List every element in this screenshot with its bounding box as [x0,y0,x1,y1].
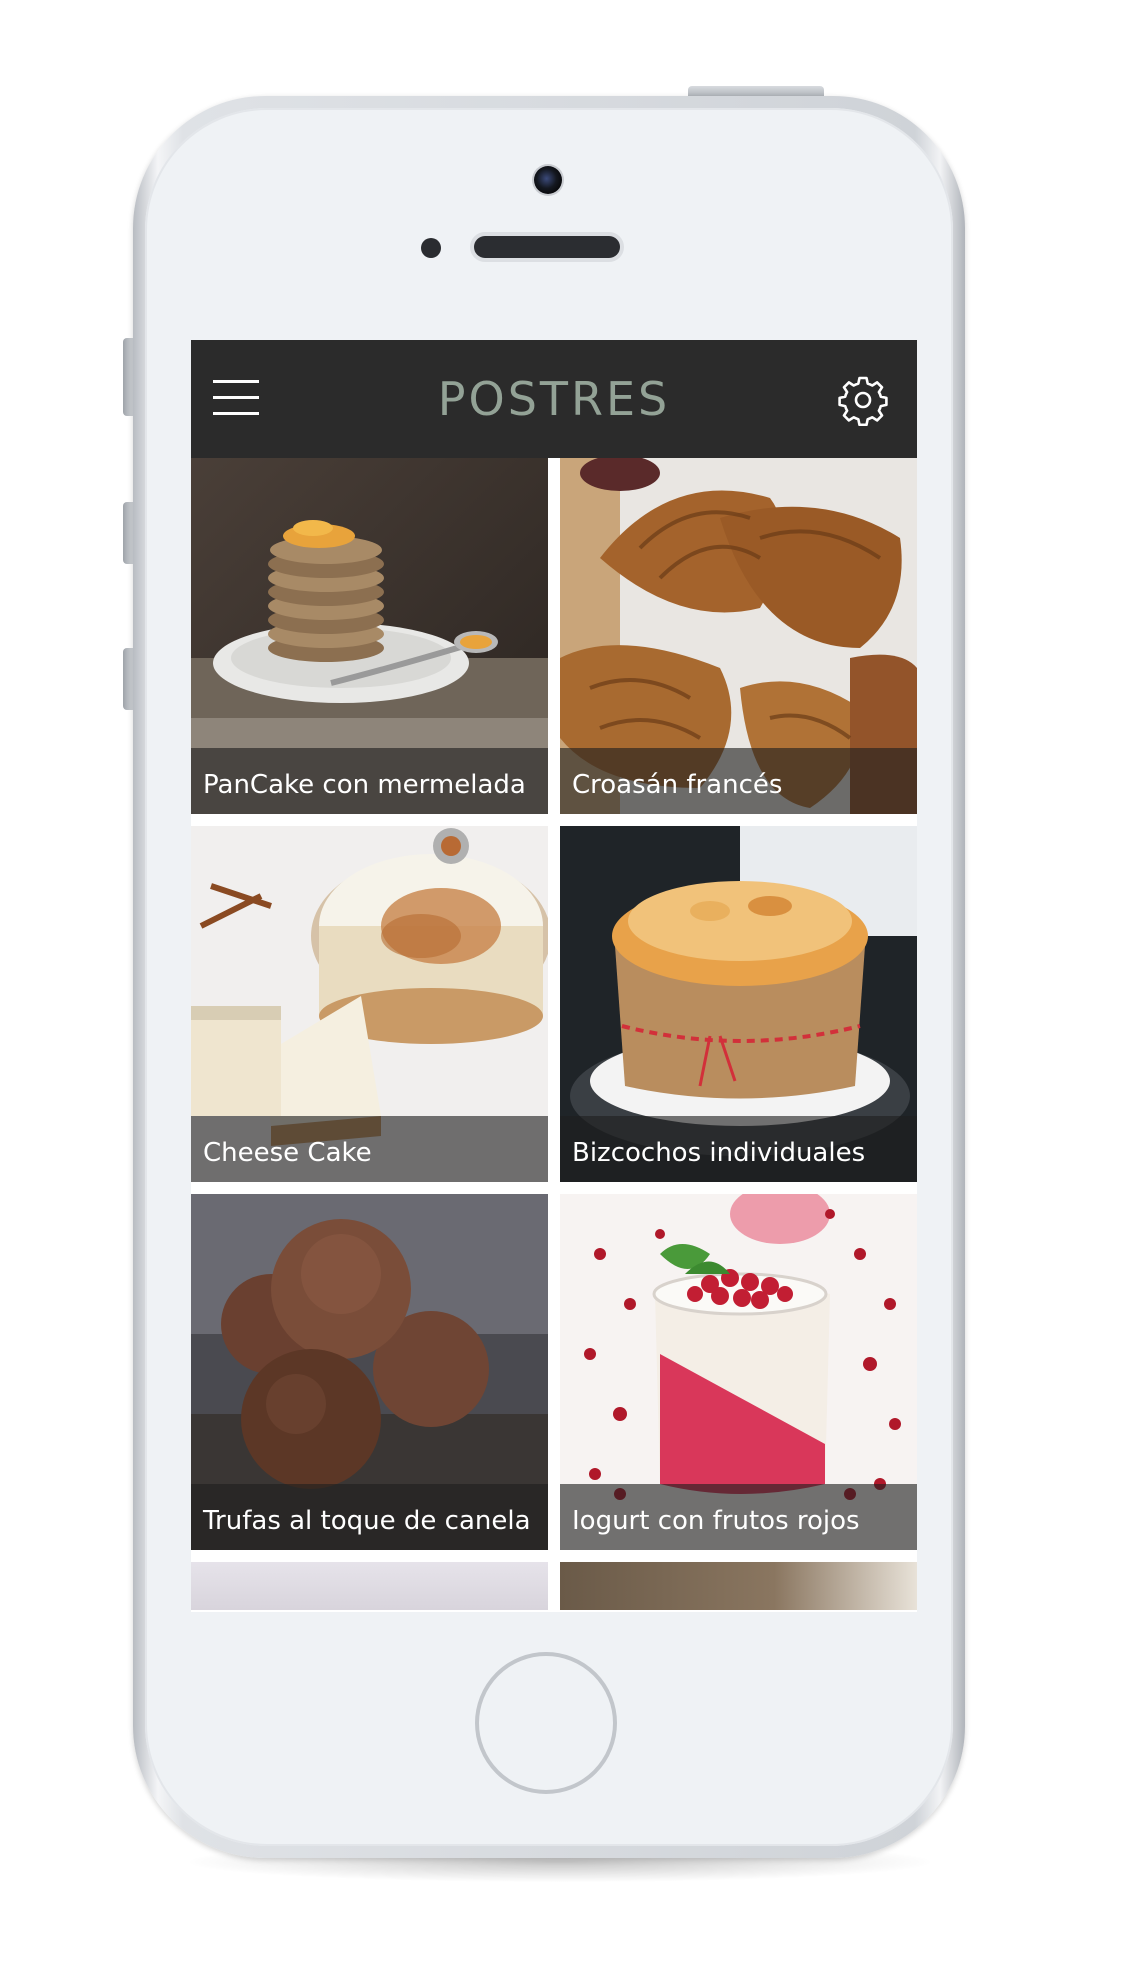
app-screen: POSTRES PanCake con mermelada Croasán fr… [191,340,917,1612]
earpiece-speaker [474,236,620,258]
recipe-card-partial[interactable] [560,1562,917,1610]
gear-icon[interactable] [837,374,889,427]
recipe-title: Iogurt con frutos rojos [572,1506,860,1536]
recipe-title: Cheese Cake [203,1138,372,1168]
front-camera [534,166,562,194]
top-bar: POSTRES [191,340,917,458]
page-title: POSTRES [437,372,671,426]
proximity-sensor [421,238,441,258]
recipe-title: Trufas al toque de canela [203,1506,531,1536]
mockup-stage: POSTRES PanCake con mermelada Croasán fr… [0,0,1122,1969]
recipe-card-iogurt[interactable]: Iogurt con frutos rojos [560,1194,917,1550]
recipe-card-pancake[interactable]: PanCake con mermelada [191,458,548,814]
recipe-card-trufas[interactable]: Trufas al toque de canela [191,1194,548,1550]
home-button [475,1652,617,1794]
recipe-title: PanCake con mermelada [203,770,526,800]
recipe-card-cheesecake[interactable]: Cheese Cake [191,826,548,1182]
recipe-card-croissant[interactable]: Croasán francés [560,458,917,814]
recipe-card-partial[interactable] [191,1562,548,1610]
recipe-title: Bizcochos individuales [572,1138,866,1168]
recipe-card-bizcochos[interactable]: Bizcochos individuales [560,826,917,1182]
recipe-title: Croasán francés [572,770,783,800]
